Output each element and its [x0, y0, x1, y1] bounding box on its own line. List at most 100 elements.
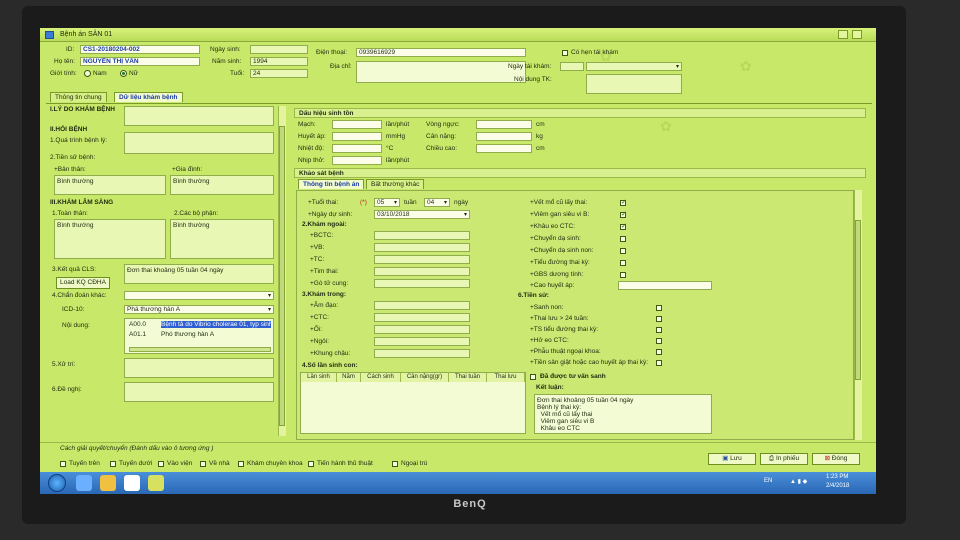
past-obstetric-checkbox[interactable]: [656, 338, 662, 344]
resp-field[interactable]: [332, 156, 382, 165]
risk-factor-checkbox[interactable]: [620, 222, 627, 230]
print-button[interactable]: ⎙ In phiếu: [760, 453, 808, 465]
gender-male-radio[interactable]: [84, 70, 91, 77]
tab-medical-data[interactable]: Dữ liệu khám bệnh: [114, 92, 183, 102]
risk-factor-checkbox[interactable]: [620, 272, 626, 278]
column-header[interactable]: Lần sinh: [301, 373, 337, 382]
self-history-field[interactable]: Bình thường: [54, 175, 166, 195]
revisit-date-dropdown[interactable]: [586, 62, 682, 71]
temp-field[interactable]: [332, 144, 382, 153]
past-obstetric-checkbox[interactable]: [656, 316, 662, 322]
resolution-checkbox[interactable]: [200, 461, 206, 467]
tc-field[interactable]: [374, 255, 470, 264]
maximize-button[interactable]: [852, 30, 862, 39]
past-obstetric-checkbox[interactable]: [656, 360, 662, 366]
birth-year-field[interactable]: 1994: [250, 57, 308, 66]
cls-result-field[interactable]: Đơn thai khoảng 05 tuần 04 ngày: [124, 264, 274, 284]
media-icon[interactable]: [124, 475, 140, 491]
tray-icons[interactable]: ▲ ▮ ◆: [790, 478, 807, 485]
revisit-date-field[interactable]: [560, 62, 584, 71]
overall-field[interactable]: Bình thường: [54, 219, 166, 259]
organs-field[interactable]: Bình thường: [170, 219, 274, 259]
past-obstetric-checkbox[interactable]: [656, 305, 662, 311]
risk-factor-checkbox[interactable]: [620, 248, 626, 254]
icd-dropdown[interactable]: Phá thương hàn A: [124, 305, 274, 314]
tab-general[interactable]: Thông tin chung: [50, 92, 107, 102]
scrollbar-thumb[interactable]: [279, 126, 285, 426]
explorer-icon[interactable]: [100, 475, 116, 491]
resolution-checkbox[interactable]: [60, 461, 66, 467]
icd-list[interactable]: A00.0 Bệnh tả do Vibrio cholerae 01, typ…: [124, 318, 274, 354]
risk-factor-checkbox[interactable]: [620, 260, 626, 266]
load-imaging-button[interactable]: Load KQ CĐHA: [56, 277, 110, 289]
save-button[interactable]: ▣ Lưu: [708, 453, 756, 465]
resolution-checkbox[interactable]: [308, 461, 314, 467]
column-header[interactable]: Năm: [337, 373, 361, 382]
ie-icon[interactable]: [76, 475, 92, 491]
patient-name-field[interactable]: NGUYỄN THỊ VÂN: [80, 57, 200, 66]
past-obstetric-checkbox[interactable]: [656, 327, 662, 333]
risk-factor-checkbox[interactable]: [620, 210, 627, 218]
scrollbar-thumb[interactable]: [855, 220, 861, 380]
list-item[interactable]: A01.1 Phó thương hàn A: [125, 331, 273, 340]
pulse-field[interactable]: [332, 120, 382, 129]
risk-factor-checkbox[interactable]: [620, 198, 627, 206]
dob-field[interactable]: [250, 45, 308, 54]
ctc-field[interactable]: [374, 313, 470, 322]
close-button[interactable]: ⊠ Đóng: [812, 453, 860, 465]
resolution-checkbox[interactable]: [238, 461, 244, 467]
gender-female-radio[interactable]: [120, 70, 127, 77]
height-field[interactable]: [476, 144, 532, 153]
revisit-content-field[interactable]: [586, 74, 682, 94]
treatment-field[interactable]: [124, 358, 274, 378]
exam-scrollbar[interactable]: [854, 190, 862, 440]
fetal-heart-field[interactable]: [374, 267, 470, 276]
tab-exam-info[interactable]: Thông tin bệnh án: [298, 179, 365, 189]
presentation-field[interactable]: [374, 337, 470, 346]
bctc-field[interactable]: [374, 231, 470, 240]
horizontal-scrollbar[interactable]: [129, 347, 271, 352]
past-obstetric-checkbox[interactable]: [656, 349, 662, 355]
chest-field[interactable]: [476, 120, 532, 129]
reason-field[interactable]: [124, 106, 274, 126]
disease-process-field[interactable]: [124, 132, 274, 154]
family-history-field[interactable]: Bình thường: [170, 175, 274, 195]
counsel-checkbox[interactable]: [530, 374, 536, 380]
diff-diagnosis-dropdown[interactable]: [124, 291, 274, 300]
gest-weeks-dropdown[interactable]: 05: [374, 198, 400, 207]
clock-date[interactable]: 2/4/2018: [826, 483, 849, 489]
patient-id-field[interactable]: CS1-20180204-002: [80, 45, 200, 54]
hypertension-field[interactable]: [618, 281, 712, 290]
due-date-picker[interactable]: 03/10/2018: [374, 210, 470, 219]
start-button[interactable]: [48, 474, 66, 492]
advice-field[interactable]: [124, 382, 274, 402]
resolution-checkbox[interactable]: [392, 461, 398, 467]
conclusion-field[interactable]: Đơn thai khoảng 05 tuần 04 ngày Bệnh lý t…: [534, 394, 712, 434]
phone-field[interactable]: 0939616929: [356, 48, 526, 57]
column-header[interactable]: Cách sinh: [361, 373, 401, 382]
list-item[interactable]: A00.0 Bệnh tả do Vibrio cholerae 01, typ…: [125, 321, 273, 330]
left-panel-scrollbar[interactable]: [278, 106, 286, 436]
pelvis-field[interactable]: [374, 349, 470, 358]
column-header[interactable]: Thai lưu: [487, 373, 525, 382]
address-field[interactable]: [356, 61, 526, 83]
vagina-field[interactable]: [374, 301, 470, 310]
resolution-checkbox[interactable]: [158, 461, 164, 467]
amniotic-field[interactable]: [374, 325, 470, 334]
vb-field[interactable]: [374, 243, 470, 252]
column-header[interactable]: Thai tuần: [449, 373, 487, 382]
revisit-checkbox[interactable]: [562, 50, 568, 56]
language-indicator[interactable]: EN: [764, 478, 772, 484]
app-taskbar-icon[interactable]: [148, 475, 164, 491]
gest-days-dropdown[interactable]: 04: [424, 198, 450, 207]
bp-field[interactable]: [332, 132, 382, 141]
weight-field[interactable]: [476, 132, 532, 141]
age-field[interactable]: 24: [250, 69, 308, 78]
clock-time[interactable]: 1:23 PM: [826, 474, 848, 480]
minimize-button[interactable]: [838, 30, 848, 39]
contraction-field[interactable]: [374, 279, 470, 288]
tab-abnormal[interactable]: Bất thường khác: [366, 179, 425, 189]
births-table[interactable]: Lần sinh Năm Cách sinh Cân nặng(gr) Thai…: [300, 372, 526, 434]
risk-factor-checkbox[interactable]: [620, 236, 626, 242]
column-header[interactable]: Cân nặng(gr): [401, 373, 449, 382]
